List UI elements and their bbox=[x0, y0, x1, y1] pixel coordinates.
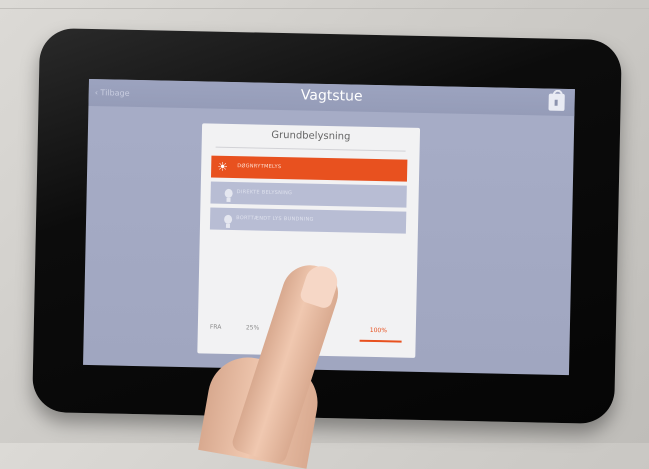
selected-level-indicator bbox=[359, 339, 402, 343]
top-bar: ‹ Tilbage Vagtstue bbox=[88, 78, 575, 117]
level-off[interactable]: FRA bbox=[210, 324, 222, 331]
tablet-screen: ‹ Tilbage Vagtstue Grundbelysning ☀ DØGN… bbox=[83, 78, 575, 376]
page-title: Vagtstue bbox=[300, 87, 363, 105]
level-25[interactable]: 25% bbox=[246, 324, 259, 331]
tablet-device: ‹ Tilbage Vagtstue Grundbelysning ☀ DØGN… bbox=[32, 27, 622, 425]
lock-icon[interactable] bbox=[548, 93, 565, 111]
divider bbox=[215, 146, 406, 152]
wall-seam bbox=[0, 8, 649, 9]
option-third-light[interactable]: BORTTÆNDT LYS BUNDNING bbox=[209, 207, 407, 234]
option-label: DIREKTE BELYSNING bbox=[236, 189, 293, 197]
bulb-icon bbox=[217, 186, 233, 200]
panel-title: Grundbelysning bbox=[271, 129, 351, 143]
level-100[interactable]: 100% bbox=[370, 327, 387, 334]
option-label: DØGNRYTMELYS bbox=[237, 163, 282, 171]
bulb-icon bbox=[216, 212, 233, 226]
option-direct-light[interactable]: DIREKTE BELYSNING bbox=[210, 181, 407, 208]
sun-icon: ☀ bbox=[217, 159, 229, 174]
option-label: BORTTÆNDT LYS BUNDNING bbox=[236, 215, 314, 223]
option-circadian-light[interactable]: ☀ DØGNRYTMELYS bbox=[210, 155, 408, 182]
